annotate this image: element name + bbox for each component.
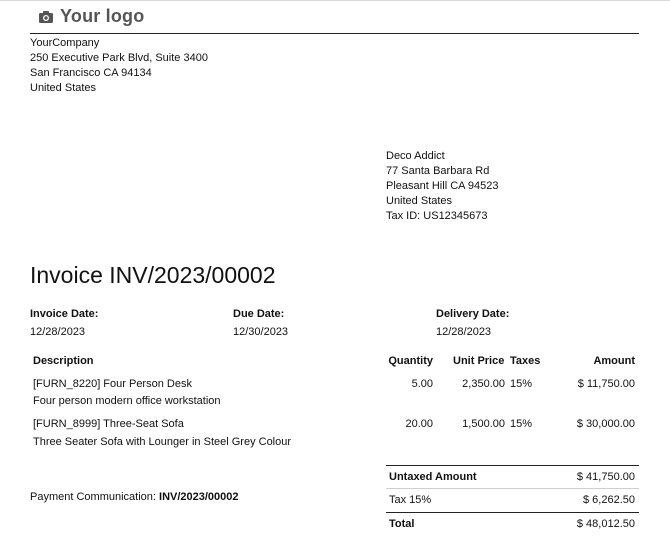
due-date-value: 12/30/2023 [233, 326, 289, 338]
line-2-unit-price: 1,500.00 [462, 418, 505, 430]
delivery-date-value: 12/28/2023 [436, 326, 492, 338]
line-1-quantity: 5.00 [411, 378, 433, 390]
line-2-quantity: 20.00 [405, 418, 433, 430]
totals-top-rule [386, 465, 639, 466]
invoice-title: Invoice INV/2023/00002 [30, 262, 276, 288]
company-address: YourCompany 250 Executive Park Blvd, Sui… [30, 36, 208, 96]
col-quantity: Quantity [388, 355, 433, 367]
logo-text: Your logo [60, 6, 145, 26]
payment-communication: Payment Communication: INV/2023/00002 [30, 491, 239, 503]
total-label: Total [389, 518, 415, 530]
line-2-name: [FURN_8999] Three-Seat Sofa [33, 418, 184, 430]
col-amount: Amount [593, 355, 635, 367]
line-1-unit-price: 2,350.00 [462, 378, 505, 390]
total-rule [386, 512, 639, 513]
due-date-label: Due Date: [233, 308, 285, 320]
col-description: Description [33, 355, 94, 367]
line-1-tax: 15% [510, 378, 533, 390]
untaxed-amount-label: Untaxed Amount [389, 471, 477, 483]
invoice-date-label: Invoice Date: [30, 308, 99, 320]
customer-tax-id: Tax ID: US12345673 [386, 210, 488, 222]
delivery-date-label: Delivery Date: [436, 308, 510, 320]
invoice-date-value: 12/28/2023 [30, 326, 86, 338]
camera-icon [39, 10, 53, 23]
company-logo: Your logo [38, 6, 144, 27]
line-1-amount: $ 11,750.00 [577, 378, 635, 390]
header-divider [30, 33, 639, 34]
line-1-description: Four person modern office workstation [33, 395, 221, 407]
customer-street: 77 Santa Barbara Rd [386, 165, 490, 177]
customer-country: United States [386, 195, 453, 207]
col-taxes: Taxes [510, 355, 541, 367]
line-2-amount: $ 30,000.00 [576, 418, 635, 430]
total-value: $ 48,012.50 [576, 518, 635, 530]
col-unit-price: Unit Price [453, 355, 505, 367]
line-1-name: [FURN_8220] Four Person Desk [33, 378, 192, 390]
company-name: YourCompany [30, 37, 100, 49]
customer-city: Pleasant Hill CA 94523 [386, 180, 499, 192]
tax-label: Tax 15% [389, 494, 432, 506]
tax-rule [386, 488, 639, 489]
top-border [0, 0, 670, 1]
company-country: United States [30, 82, 97, 94]
customer-address: Deco Addict 77 Santa Barbara Rd Pleasant… [386, 149, 499, 224]
tax-value: $ 6,262.50 [583, 494, 635, 506]
customer-name: Deco Addict [386, 150, 445, 162]
company-city: San Francisco CA 94134 [30, 67, 152, 79]
company-street: 250 Executive Park Blvd, Suite 3400 [30, 52, 208, 64]
line-2-tax: 15% [510, 418, 533, 430]
payment-communication-label: Payment Communication: [30, 491, 156, 503]
untaxed-amount-value: $ 41,750.00 [576, 471, 635, 483]
payment-communication-value: INV/2023/00002 [159, 491, 239, 503]
line-2-description: Three Seater Sofa with Lounger in Steel … [33, 436, 292, 448]
